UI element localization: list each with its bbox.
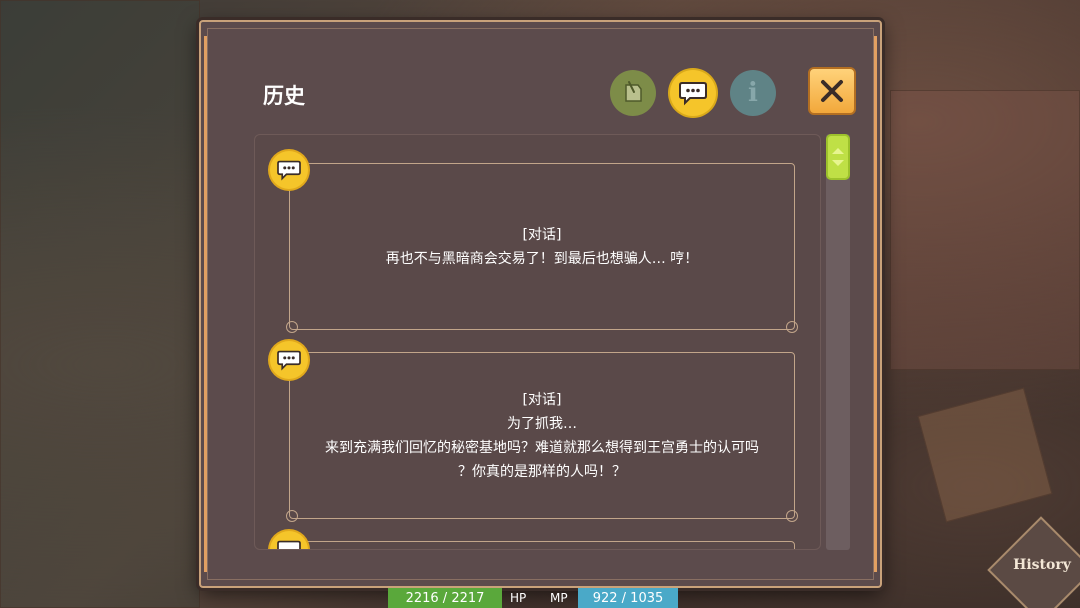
speech-bubble-icon bbox=[679, 82, 707, 106]
entry-line: 再也不与黑暗商会交易了！到最后也想骗人… 哼！ bbox=[385, 250, 699, 267]
dialog-title: 历史 bbox=[263, 84, 305, 108]
history-list[interactable]: [对话] 再也不与黑暗商会交易了！到最后也想骗人… 哼！ [对话] 为了抓我… … bbox=[254, 134, 821, 550]
dialogue-bubble-icon bbox=[270, 341, 308, 379]
chevron-up-icon bbox=[832, 148, 844, 154]
background-book bbox=[917, 387, 1053, 523]
scrollbar-track[interactable] bbox=[826, 134, 850, 550]
chevron-down-icon bbox=[832, 160, 844, 166]
background-scene bbox=[0, 0, 200, 608]
entry-tag: [对话] bbox=[522, 391, 562, 408]
history-entry: [对话] 再也不与黑暗商会交易了！到最后也想骗人… 哼！ bbox=[286, 163, 798, 333]
history-button-label[interactable]: History bbox=[1006, 557, 1078, 573]
history-entry: [对话] 为了抓我… 来到充满我们回忆的秘密基地吗？难道就那么想得到王宫勇士的认… bbox=[286, 352, 798, 522]
mp-bar: 922 / 1035 bbox=[578, 588, 678, 608]
info-icon: i bbox=[748, 78, 758, 108]
entry-line: ？你真的是那样的人吗！？ bbox=[458, 463, 626, 480]
dialogue-bubble-icon bbox=[270, 151, 308, 189]
dialogue-bubble-icon bbox=[270, 531, 308, 549]
background-shelf bbox=[890, 90, 1080, 370]
hp-label: HP bbox=[510, 591, 527, 605]
note-filter-button[interactable] bbox=[610, 70, 656, 116]
dialog-left-accent bbox=[204, 36, 207, 572]
dialog-filter-button[interactable] bbox=[670, 70, 716, 116]
info-filter-button[interactable]: i bbox=[730, 70, 776, 116]
mp-label: MP bbox=[550, 591, 568, 605]
close-icon bbox=[821, 80, 843, 102]
scrollbar-thumb[interactable] bbox=[826, 134, 850, 180]
note-icon bbox=[625, 81, 642, 102]
dialog-right-accent bbox=[874, 36, 877, 572]
history-entry-partial bbox=[289, 541, 795, 549]
entry-line: 来到充满我们回忆的秘密基地吗？难道就那么想得到王宫勇士的认可吗 bbox=[325, 439, 759, 456]
hp-bar: 2216 / 2217 bbox=[388, 588, 502, 608]
entry-line: 为了抓我… bbox=[507, 415, 577, 432]
entry-tag: [对话] bbox=[522, 226, 562, 243]
close-button[interactable] bbox=[808, 67, 856, 115]
history-dialog: 历史 i [对话] 再也不与黑暗商会交易了！到最后也想骗人… 哼！ [对话] 为… bbox=[199, 20, 882, 588]
